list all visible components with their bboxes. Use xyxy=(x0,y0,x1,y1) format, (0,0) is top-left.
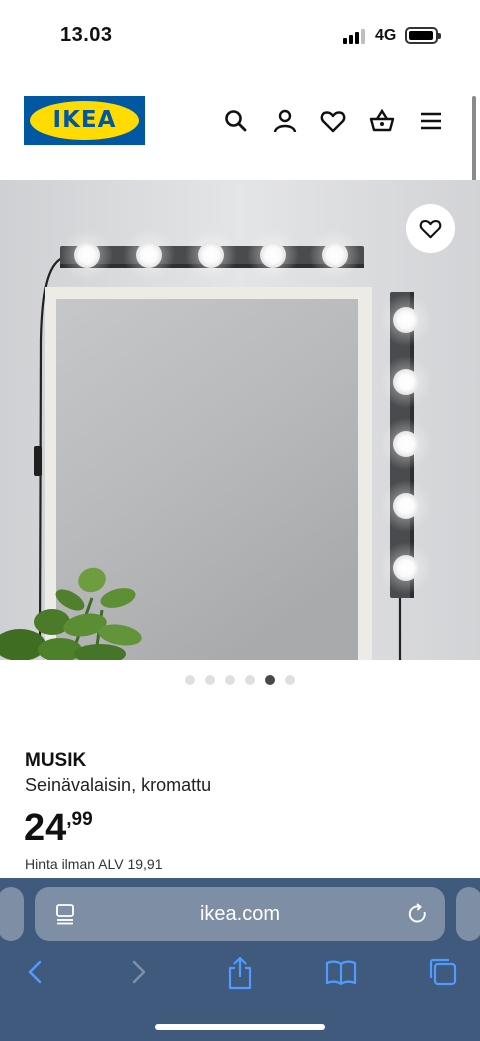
site-header: IKEA xyxy=(0,70,480,180)
share-button[interactable] xyxy=(224,956,256,990)
browser-toolbar: ikea.com xyxy=(0,878,480,1041)
logo-text: IKEA xyxy=(52,107,117,133)
tabs-icon xyxy=(429,958,457,986)
add-to-favourites-button[interactable] xyxy=(406,204,455,253)
menu-icon[interactable] xyxy=(418,108,444,134)
carousel-dot[interactable] xyxy=(245,675,255,685)
next-tab-preview[interactable] xyxy=(456,887,480,941)
forward-icon xyxy=(132,960,146,984)
carousel-dot[interactable] xyxy=(225,675,235,685)
network-type: 4G xyxy=(375,27,397,44)
product-name: MUSIK xyxy=(25,750,87,771)
price-decimal: ,99 xyxy=(66,809,93,830)
tabs-button[interactable] xyxy=(427,956,459,988)
reload-icon[interactable] xyxy=(407,903,429,925)
page-scrollbar[interactable] xyxy=(472,96,476,184)
bookmarks-button[interactable] xyxy=(325,956,357,988)
search-icon[interactable] xyxy=(223,108,249,134)
price-without-vat: Hinta ilman ALV 19,91 xyxy=(25,856,163,872)
status-bar: 13.03 4G xyxy=(0,0,480,70)
product-price: 24,99 xyxy=(24,806,93,850)
basket-icon[interactable] xyxy=(369,108,395,134)
back-button[interactable] xyxy=(22,956,54,988)
carousel-dot[interactable] xyxy=(285,675,295,685)
account-icon[interactable] xyxy=(272,108,298,134)
product-image[interactable] xyxy=(0,180,480,660)
share-icon xyxy=(228,956,252,990)
previous-tab-preview[interactable] xyxy=(0,887,24,941)
carousel-dot-active[interactable] xyxy=(265,675,275,685)
carousel-dot[interactable] xyxy=(205,675,215,685)
price-integer: 24 xyxy=(24,807,67,849)
heart-icon[interactable] xyxy=(320,108,346,134)
product-description: Seinävalaisin, kromattu xyxy=(25,775,212,795)
forward-button[interactable] xyxy=(124,956,156,988)
carousel-indicator[interactable] xyxy=(0,675,480,685)
address-bar[interactable]: ikea.com xyxy=(35,887,445,941)
bookmarks-icon xyxy=(325,960,357,986)
carousel-dot[interactable] xyxy=(185,675,195,685)
home-indicator[interactable] xyxy=(155,1024,325,1030)
cellular-signal-icon xyxy=(343,28,369,44)
url-text: ikea.com xyxy=(199,903,281,925)
heart-icon xyxy=(419,220,442,239)
battery-icon xyxy=(405,27,441,44)
ikea-logo[interactable]: IKEA xyxy=(24,96,145,145)
status-time: 13.03 xyxy=(60,24,113,46)
back-icon xyxy=(28,960,42,984)
